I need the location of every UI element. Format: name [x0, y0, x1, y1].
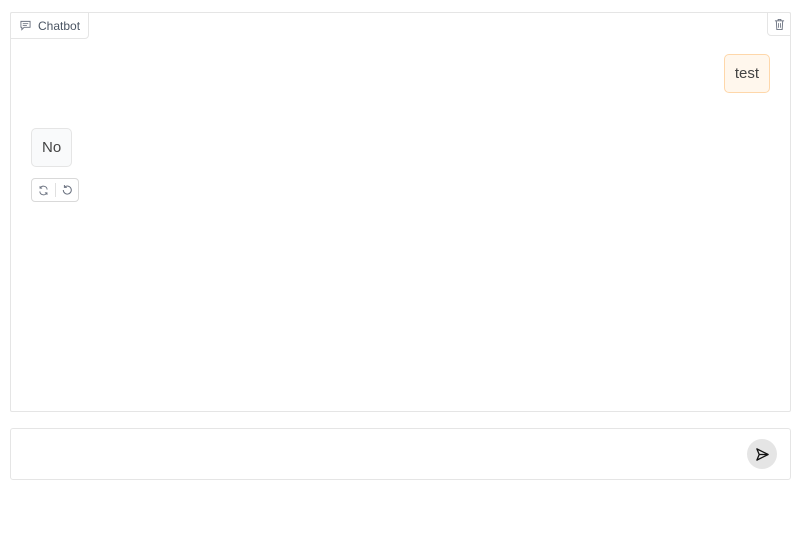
- send-icon: [755, 447, 770, 462]
- chatbot-label-text: Chatbot: [38, 18, 81, 33]
- undo-button[interactable]: [56, 179, 79, 201]
- message-actions: [31, 178, 79, 202]
- undo-icon: [61, 184, 73, 196]
- user-message: test: [723, 54, 770, 93]
- message-input-box: [10, 428, 791, 480]
- send-button[interactable]: [747, 439, 777, 469]
- message-input[interactable]: [23, 439, 743, 471]
- chatbot-panel: Chatbot test No: [10, 12, 791, 412]
- bot-message-text: No: [42, 139, 62, 156]
- chatbot-label: Chatbot: [10, 12, 90, 39]
- user-message-text: test: [734, 65, 759, 82]
- bot-message: No: [31, 128, 73, 167]
- retry-button[interactable]: [32, 179, 55, 201]
- clear-chat-button[interactable]: [767, 12, 791, 36]
- trash-icon: [774, 18, 785, 31]
- chat-bubble-icon: [20, 20, 31, 31]
- refresh-icon: [38, 185, 49, 196]
